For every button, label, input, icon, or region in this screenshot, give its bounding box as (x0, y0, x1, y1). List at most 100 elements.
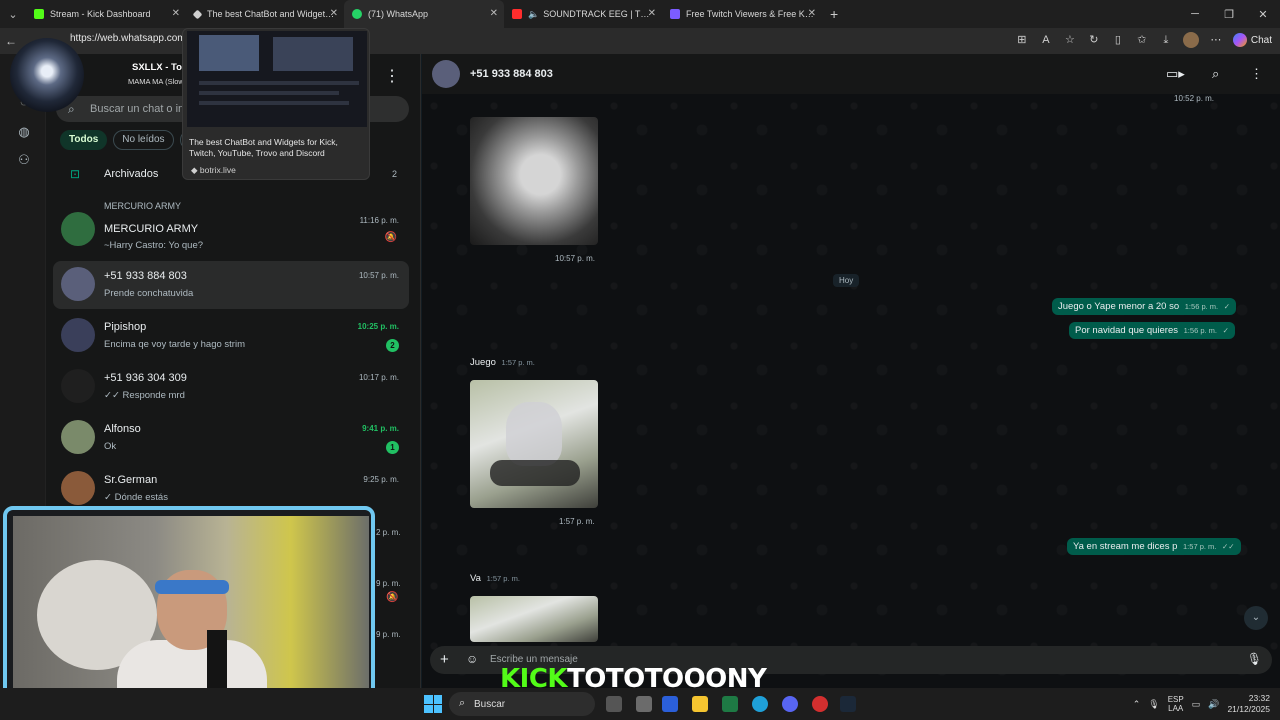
chevron-up-icon[interactable]: ⌃ (1133, 699, 1141, 710)
clock[interactable]: 23:32 21/12/2025 (1227, 693, 1270, 715)
filter-all[interactable]: Todos (60, 130, 108, 150)
chat-row-936[interactable]: +51 936 304 309 ✓✓ Responde mrd 10:17 p.… (53, 363, 409, 411)
archive-icon: ⊡ (70, 167, 81, 181)
archived-count: 2 (391, 169, 397, 179)
read-aloud-icon[interactable]: A (1039, 33, 1053, 47)
channels-icon[interactable]: ◍ (15, 124, 33, 142)
close-window-icon[interactable]: ✕ (1246, 8, 1280, 21)
copilot-label: Chat (1250, 34, 1272, 46)
image-message[interactable] (470, 596, 598, 642)
close-icon[interactable]: ✕ (172, 8, 180, 19)
microphone-icon[interactable]: 🎙 (1148, 699, 1159, 710)
contact-name[interactable]: +51 933 884 803 (470, 68, 553, 80)
apps-icon[interactable]: ⊞ (1015, 33, 1029, 47)
chat-time: 10:17 p. m. (358, 373, 399, 382)
tab-title: Stream - Kick Dashboard (50, 9, 151, 19)
read-receipt-icon: ✓ (1222, 326, 1229, 335)
chat-name: +51 933 884 803 (104, 270, 187, 282)
incoming-message[interactable]: Juego 1:57 p. m. (464, 354, 541, 371)
more-menu-icon[interactable]: ⋯ (1209, 33, 1223, 47)
avatar (61, 212, 95, 246)
chat-time-partial: 2 p. m. (376, 528, 401, 537)
tab-title: The best ChatBot and Widgets for (207, 9, 336, 19)
tab-botrix[interactable]: The best ChatBot and Widgets for ✕ (186, 0, 344, 28)
video-call-icon[interactable]: ▭▸ (1166, 66, 1185, 82)
restore-icon[interactable]: ❐ (1212, 8, 1246, 21)
file-explorer-icon[interactable] (692, 696, 708, 712)
sticker-icon[interactable]: ☺ (466, 652, 478, 666)
avatar (61, 369, 95, 403)
favorite-star-icon[interactable]: ☆ (1063, 33, 1077, 47)
minimize-icon[interactable]: ─ (1178, 8, 1212, 20)
close-icon[interactable]: ✕ (330, 8, 338, 19)
chat-row-pipishop[interactable]: Pipishop Encima qe voy tarde y hago stri… (53, 312, 409, 360)
message-text: Juego (470, 357, 496, 368)
network-icon[interactable]: ▭ (1192, 699, 1201, 710)
language-indicator[interactable]: ESP LAA (1168, 695, 1184, 713)
muted-bell-icon: 🔕 (384, 232, 397, 243)
new-tab-button[interactable]: + (830, 6, 838, 22)
close-icon[interactable]: ✕ (490, 8, 498, 19)
headband (155, 580, 229, 594)
steam-icon[interactable] (840, 696, 856, 712)
app-icon[interactable] (636, 696, 652, 712)
word-icon[interactable] (662, 696, 678, 712)
lang-code: ESP (1167, 695, 1184, 704)
speaker-icon[interactable]: 🔈 (528, 9, 539, 20)
scroll-down-button[interactable]: ⌄ (1244, 606, 1268, 630)
tab-whatsapp[interactable]: (71) WhatsApp ✕ (344, 0, 504, 28)
volume-icon[interactable]: 🔊 (1208, 699, 1219, 710)
refresh-icon[interactable]: ↻ (1087, 33, 1101, 47)
incoming-message[interactable]: Va 1:57 p. m. (464, 570, 526, 587)
menu-icon[interactable]: ⋮ (384, 66, 400, 86)
outgoing-message[interactable]: Juego o Yape menor a 20 so 1:56 p. m. ✓ (1052, 298, 1237, 315)
message-time: 1:57 p. m. (1183, 542, 1217, 551)
image-message[interactable] (470, 117, 598, 245)
app-icon[interactable] (812, 696, 828, 712)
page-thumbnail (187, 31, 367, 127)
tab-kick-dashboard[interactable]: Stream - Kick Dashboard ✕ (26, 0, 186, 28)
search-icon[interactable]: ⌕ (1212, 66, 1219, 82)
filter-unread[interactable]: No leídos (113, 130, 174, 150)
communities-icon[interactable]: ⚇ (15, 152, 33, 170)
close-icon[interactable]: ✕ (648, 8, 656, 19)
anime-character (506, 402, 562, 466)
tab-actions-menu[interactable]: ⌄ (0, 0, 26, 28)
unread-badge: 2 (386, 339, 399, 352)
split-screen-icon[interactable]: ▯ (1111, 33, 1125, 47)
favorites-icon[interactable]: ✩ (1135, 33, 1149, 47)
tab-free-viewers[interactable]: Free Twitch Viewers & Free Kick Vi ✕ (662, 0, 822, 28)
taskbar-search[interactable]: ⌕ Buscar (449, 692, 595, 716)
outgoing-message[interactable]: Ya en stream me dices p 1:57 p. m. ✓✓ (1067, 538, 1241, 555)
task-view-icon[interactable] (606, 696, 622, 712)
close-icon[interactable]: ✕ (808, 8, 816, 19)
edge-icon[interactable] (752, 696, 768, 712)
chat-time: 10:57 p. m. (358, 271, 399, 280)
microphone-icon[interactable]: 🎙 (1247, 652, 1262, 666)
excel-icon[interactable] (722, 696, 738, 712)
tab-soundtrack[interactable]: 🔈 SOUNDTRACK EEG | TROMPE ✕ (504, 0, 662, 28)
attach-plus-icon[interactable]: + (440, 651, 449, 668)
download-icon[interactable]: ⤓ (1159, 33, 1173, 47)
menu-icon[interactable]: ⋮ (1250, 66, 1263, 82)
start-button[interactable] (424, 695, 442, 713)
motorbike-shape (490, 460, 580, 486)
chat-preview: Ok (104, 441, 117, 452)
conversation-panel: +51 933 884 803 ▭▸ ⌕ ⋮ 10:52 p. m. 10:57… (422, 54, 1280, 688)
browser-tab-bar: ⌄ Stream - Kick Dashboard ✕ The best Cha… (0, 0, 1280, 28)
chat-row-selected[interactable]: +51 933 884 803 Prende conchatuvida 10:5… (53, 261, 409, 309)
contact-avatar[interactable] (432, 60, 460, 88)
whatsapp-favicon-icon (352, 9, 362, 19)
copilot-chat-button[interactable]: Chat (1232, 33, 1272, 47)
chat-row-alfonso[interactable]: Alfonso Ok 9:41 p. m. 1 (53, 414, 409, 462)
profile-avatar[interactable] (1182, 32, 1199, 48)
chat-row-mercurio[interactable]: MERCURIO ARMY MERCURIO ARMY ~Harry Castr… (53, 201, 409, 254)
clock-time: 23:32 (1248, 693, 1270, 703)
tab-title: Free Twitch Viewers & Free Kick Vi (686, 9, 814, 19)
image-message[interactable] (470, 380, 598, 508)
message-time: 1:56 p. m. (1184, 302, 1219, 311)
chat-time: 10:25 p. m. (357, 322, 399, 331)
outgoing-message[interactable]: Por navidad que quieres 1:56 p. m. ✓ (1069, 322, 1235, 339)
conversation-header[interactable]: +51 933 884 803 ▭▸ ⌕ ⋮ (422, 54, 1280, 94)
discord-icon[interactable] (782, 696, 798, 712)
